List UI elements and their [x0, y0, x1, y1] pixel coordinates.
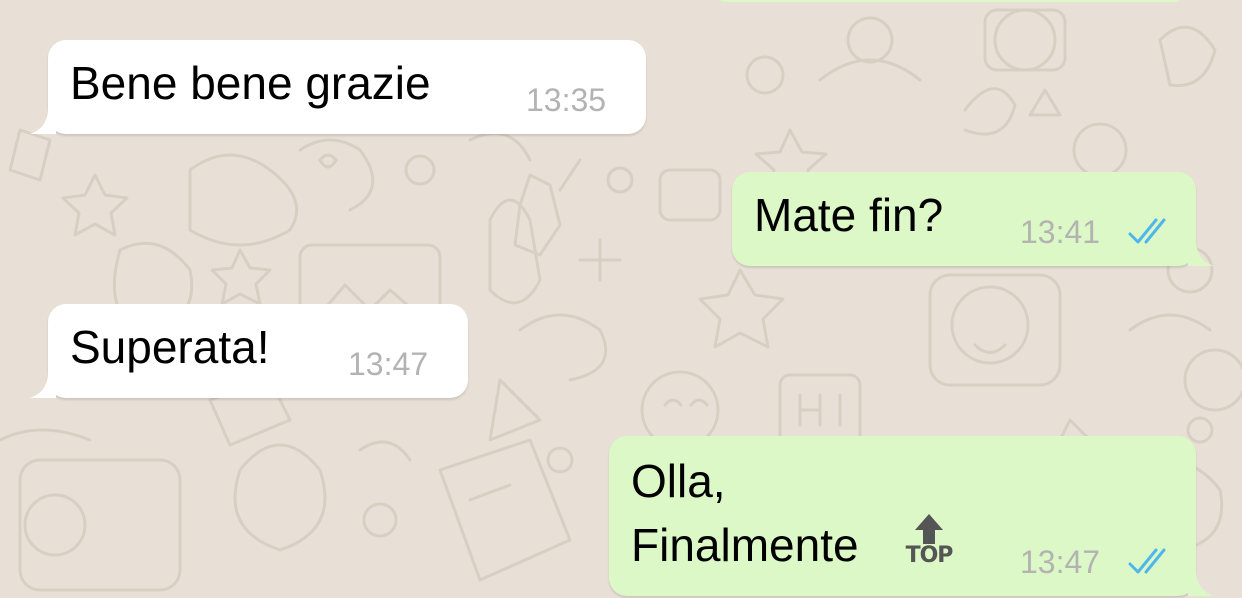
message-timestamp: 13:47	[348, 346, 429, 382]
outgoing-message[interactable]: Olla, Finalmente TOP 13:47	[609, 436, 1214, 596]
bubble-tail	[1188, 240, 1214, 266]
read-ticks-icon	[1128, 548, 1166, 574]
incoming-message[interactable]: Bene bene grazie 13:35	[30, 40, 646, 134]
top-arrow-emoji-icon: TOP	[905, 512, 953, 574]
outgoing-message[interactable]: Mate fin? 13:41	[732, 172, 1214, 266]
message-text: Bene bene grazie	[70, 57, 431, 109]
bubble-tail	[1188, 570, 1214, 596]
bubble-tail	[30, 108, 56, 134]
top-emoji-label: TOP	[905, 543, 954, 568]
message-text-line: Finalmente	[631, 519, 859, 571]
message-text-line: Olla,	[631, 455, 726, 507]
message-timestamp: 13:35	[526, 82, 607, 118]
message-timestamp: 13:41	[1020, 214, 1101, 250]
incoming-message[interactable]: Superata! 13:47	[30, 304, 468, 398]
read-ticks-icon	[1128, 218, 1166, 244]
message-text: Mate fin?	[754, 189, 944, 241]
message-timestamp: 13:47	[1020, 544, 1101, 580]
message-text: Superata!	[70, 321, 270, 373]
bubble-tail	[30, 372, 56, 398]
